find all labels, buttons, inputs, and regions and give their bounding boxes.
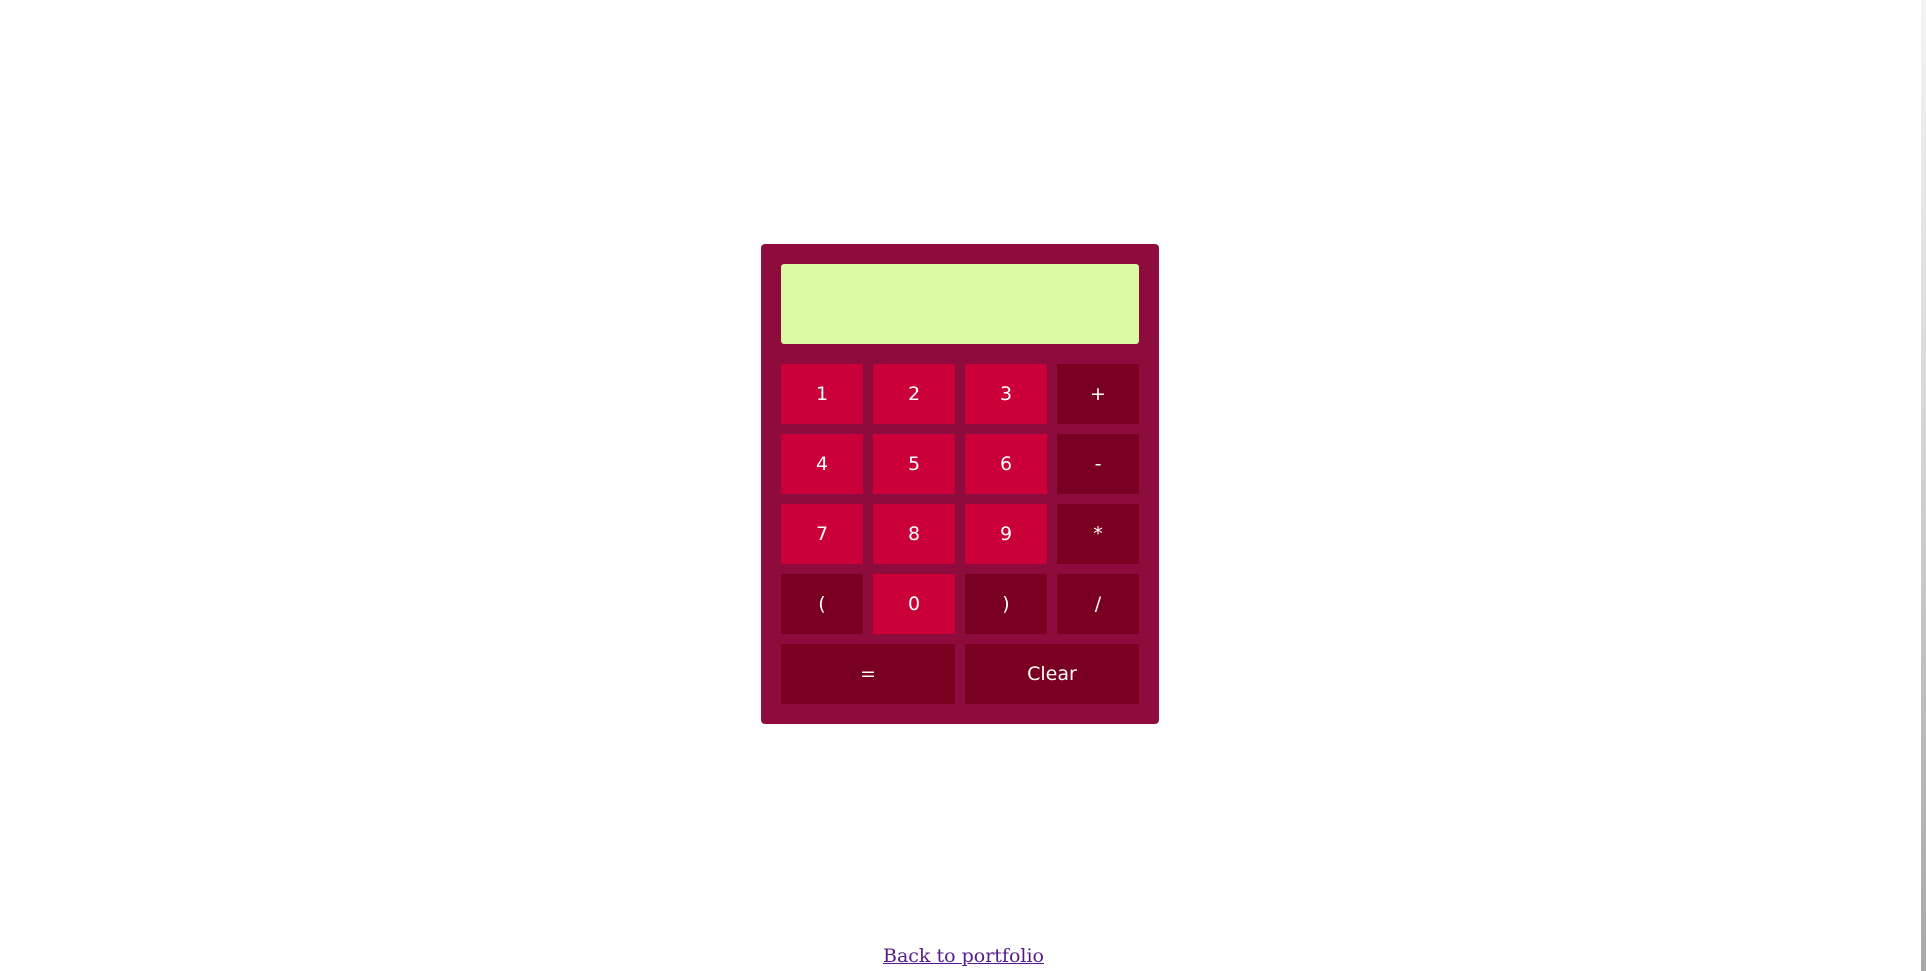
key-open-paren[interactable]: ( (781, 574, 863, 634)
key-7[interactable]: 7 (781, 504, 863, 564)
key-multiply[interactable]: * (1057, 504, 1139, 564)
key-close-paren[interactable]: ) (965, 574, 1047, 634)
calculator-display[interactable] (781, 264, 1139, 344)
calculator-keypad: 1 2 3 + 4 5 6 - 7 8 9 * ( 0 ) / = Clear (781, 364, 1139, 704)
calculator: 1 2 3 + 4 5 6 - 7 8 9 * ( 0 ) / = Clear (761, 244, 1159, 724)
key-6[interactable]: 6 (965, 434, 1047, 494)
key-2[interactable]: 2 (873, 364, 955, 424)
key-9[interactable]: 9 (965, 504, 1047, 564)
key-minus[interactable]: - (1057, 434, 1139, 494)
key-divide[interactable]: / (1057, 574, 1139, 634)
key-4[interactable]: 4 (781, 434, 863, 494)
key-3[interactable]: 3 (965, 364, 1047, 424)
back-to-portfolio-link[interactable]: Back to portfolio (883, 945, 1044, 967)
key-clear[interactable]: Clear (965, 644, 1139, 704)
key-equals[interactable]: = (781, 644, 955, 704)
key-8[interactable]: 8 (873, 504, 955, 564)
key-5[interactable]: 5 (873, 434, 955, 494)
window-edge (1921, 0, 1926, 971)
key-1[interactable]: 1 (781, 364, 863, 424)
key-0[interactable]: 0 (873, 574, 955, 634)
key-plus[interactable]: + (1057, 364, 1139, 424)
